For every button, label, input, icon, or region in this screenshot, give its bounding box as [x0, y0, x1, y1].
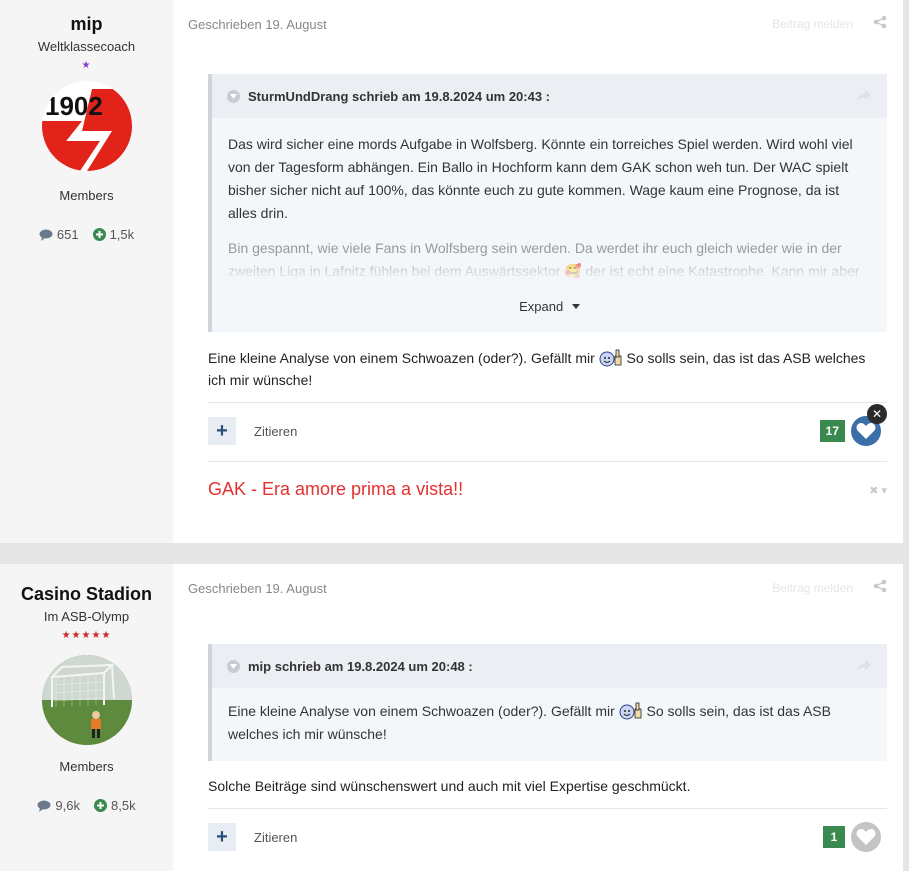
- speech-bubble-icon: [39, 229, 53, 241]
- post-actions: + Zitieren 17 ✕: [208, 404, 887, 446]
- stadium-photo-icon: [41, 655, 132, 745]
- avatar[interactable]: [41, 655, 132, 745]
- speech-bubble-icon: [37, 800, 51, 812]
- author-title: Im ASB-Olymp: [43, 609, 130, 624]
- quote-button[interactable]: Zitieren: [254, 830, 297, 845]
- thumbs-up-smiley-icon: [599, 349, 622, 367]
- avatar[interactable]: 1902: [41, 81, 132, 171]
- post: mip Weltklassecoach ★ 1902 Members 651 1…: [0, 0, 903, 543]
- author-title: Weltklassecoach: [37, 39, 136, 54]
- quote-block: SturmUndDrang schrieb am 19.8.2024 um 20…: [208, 74, 887, 332]
- plus-circle-icon: [94, 799, 107, 812]
- gak-logo-icon: 1902: [41, 81, 132, 171]
- member-group: Members: [59, 188, 114, 203]
- comment-count[interactable]: 9,6k: [37, 798, 80, 813]
- multiquote-button[interactable]: +: [208, 823, 236, 851]
- rank-stars: ★: [81, 60, 92, 71]
- report-link[interactable]: Beitrag melden: [772, 17, 853, 31]
- report-link[interactable]: Beitrag melden: [772, 581, 853, 595]
- share-icon[interactable]: [873, 579, 887, 593]
- quote-button[interactable]: Zitieren: [254, 424, 297, 439]
- quote-header: mip schrieb am 19.8.2024 um 20:48 :: [212, 644, 887, 688]
- post-date[interactable]: Geschrieben 19. August: [188, 17, 327, 32]
- author-name[interactable]: Casino Stadion: [0, 584, 173, 605]
- go-to-quote-icon[interactable]: [857, 660, 871, 672]
- like-reaction-button[interactable]: ✕: [851, 404, 887, 446]
- heart-icon: [856, 423, 876, 439]
- quote-paragraph: Eine kleine Analyse von einem Schwoazen …: [228, 702, 831, 742]
- share-icon[interactable]: [873, 15, 887, 29]
- like-reaction-button[interactable]: [851, 822, 881, 852]
- collapse-toggle-icon[interactable]: [227, 89, 240, 103]
- remove-reaction-icon[interactable]: ✕: [867, 404, 887, 424]
- divider: [208, 808, 887, 809]
- quote-block: mip schrieb am 19.8.2024 um 20:48 : Eine…: [208, 644, 887, 761]
- reaction-count-badge[interactable]: 1: [823, 826, 845, 848]
- quote-header: SturmUndDrang schrieb am 19.8.2024 um 20…: [212, 74, 887, 118]
- signature-options-icon[interactable]: ✖ ▾: [869, 484, 887, 497]
- caret-down-icon: [571, 304, 580, 309]
- quote-paragraph-faded: Bin gespannt, wie viele Fans in Wolfsber…: [228, 237, 871, 281]
- quote-citation[interactable]: mip schrieb am 19.8.2024 um 20:48 :: [248, 659, 473, 674]
- comment-count[interactable]: 651: [39, 227, 79, 242]
- post-content: Geschrieben 19. August Beitrag melden mi…: [173, 564, 903, 871]
- post-content: Geschrieben 19. August Beitrag melden St…: [173, 0, 903, 543]
- author-panel: mip Weltklassecoach ★ 1902 Members 651 1…: [0, 0, 173, 543]
- plus-circle-icon: [92, 228, 106, 241]
- reputation-count[interactable]: 8,5k: [94, 798, 136, 813]
- post-date[interactable]: Geschrieben 19. August: [188, 581, 327, 596]
- svg-text:1902: 1902: [45, 91, 103, 121]
- post: Casino Stadion Im ASB-Olymp ★★★★★ Member…: [0, 564, 903, 871]
- go-to-quote-icon[interactable]: [857, 90, 871, 102]
- rank-stars: ★★★★★: [61, 630, 112, 641]
- signature: GAK - Era amore prima a vista!!: [208, 479, 464, 499]
- divider: [208, 402, 887, 403]
- author-panel: Casino Stadion Im ASB-Olymp ★★★★★ Member…: [0, 564, 173, 871]
- quote-citation[interactable]: SturmUndDrang schrieb am 19.8.2024 um 20…: [248, 89, 550, 104]
- post-body: Solche Beiträge sind wünschenswert und a…: [208, 778, 691, 794]
- author-name[interactable]: mip: [0, 14, 173, 35]
- member-group: Members: [59, 759, 114, 774]
- multiquote-button[interactable]: +: [208, 417, 236, 445]
- post-actions: + Zitieren 1: [208, 822, 887, 852]
- thumbs-up-smiley-icon: [619, 702, 642, 720]
- divider: [208, 461, 887, 462]
- reaction-count-badge[interactable]: 17: [819, 420, 845, 442]
- quote-paragraph: Das wird sicher eine mords Aufgabe in Wo…: [228, 136, 853, 221]
- expand-button[interactable]: Expand: [212, 293, 887, 330]
- post-body: Eine kleine Analyse von einem Schwoazen …: [208, 349, 866, 388]
- heart-icon: [856, 829, 876, 845]
- reputation-count[interactable]: 1,5k: [92, 227, 134, 242]
- collapse-toggle-icon[interactable]: [227, 659, 240, 673]
